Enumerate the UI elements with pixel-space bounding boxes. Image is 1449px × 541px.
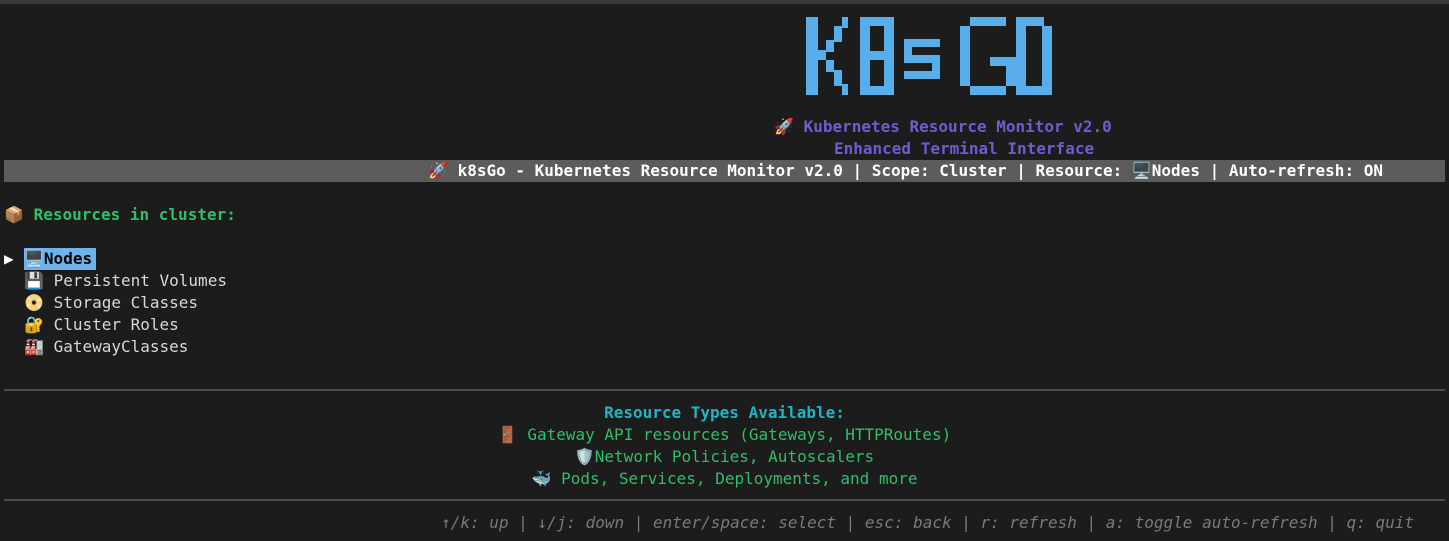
resource-type-text: Pods, Services, Deployments, and more <box>561 469 918 488</box>
resource-item-label: GatewayClasses <box>53 337 189 356</box>
rocket-icon: 🚀 <box>428 161 448 180</box>
resource-type-line: 🛡️Network Policies, Autoscalers <box>4 446 1445 468</box>
status-bar-text: 🚀 k8sGo - Kubernetes Resource Monitor v2… <box>428 160 1383 182</box>
resources-heading: 📦 Resources in cluster: <box>4 204 236 226</box>
keyboard-help: ↑/k: up | ↓/j: down | enter/space: selec… <box>441 513 1414 532</box>
status-bar: 🚀 k8sGo - Kubernetes Resource Monitor v2… <box>4 160 1445 182</box>
resource-item-label: Persistent Volumes <box>53 271 227 290</box>
lock-with-key-icon: 🔐 <box>24 315 44 334</box>
logo-pixel-art <box>806 17 1052 95</box>
resource-types-heading: Resource Types Available: <box>604 403 845 422</box>
resources-heading-text: Resources in cluster: <box>33 205 236 224</box>
shield-icon: 🛡️ <box>574 447 595 466</box>
resource-type-line: 🐳 Pods, Services, Deployments, and more <box>4 468 1445 490</box>
status-bar-message: k8sGo - Kubernetes Resource Monitor v2.0… <box>457 161 1383 180</box>
door-icon: 🚪 <box>497 425 518 444</box>
resource-type-line: 🚪 Gateway API resources (Gateways, HTTPR… <box>4 424 1445 446</box>
selection-pointer-icon: ▶ <box>4 249 14 268</box>
resource-item-label: Cluster Roles <box>53 315 179 334</box>
divider <box>4 499 1445 501</box>
desktop-icon: 🖥️ <box>24 249 44 268</box>
whale-icon: 🐳 <box>531 469 552 488</box>
app-subtitle: Enhanced Terminal Interface <box>834 139 1095 158</box>
floppy-disk-icon: 💾 <box>24 271 44 290</box>
k8sgo-logo <box>806 17 1052 95</box>
app-title: 🚀 Kubernetes Resource Monitor v2.0 <box>774 116 1112 138</box>
resource-item-gatewayclasses[interactable]: 🏭 GatewayClasses <box>24 336 188 358</box>
resource-item-storage-classes[interactable]: 📀 Storage Classes <box>24 292 198 314</box>
resource-type-text: Network Policies, Autoscalers <box>594 447 875 466</box>
resource-item-label: Nodes <box>43 249 93 268</box>
resource-item-label: Storage Classes <box>53 293 199 312</box>
resource-item-nodes[interactable]: 🖥️Nodes <box>24 248 97 270</box>
app-title-text: Kubernetes Resource Monitor v2.0 <box>803 117 1112 136</box>
window-top-border <box>0 0 1449 4</box>
package-icon: 📦 <box>4 205 24 224</box>
divider <box>4 389 1445 391</box>
factory-icon: 🏭 <box>24 337 44 356</box>
resource-type-text: Gateway API resources (Gateways, HTTPRou… <box>527 425 952 444</box>
dvd-icon: 📀 <box>24 293 44 312</box>
resource-item-persistent-volumes[interactable]: 💾 Persistent Volumes <box>24 270 227 292</box>
rocket-icon: 🚀 <box>774 117 794 136</box>
resource-item-cluster-roles[interactable]: 🔐 Cluster Roles <box>24 314 179 336</box>
